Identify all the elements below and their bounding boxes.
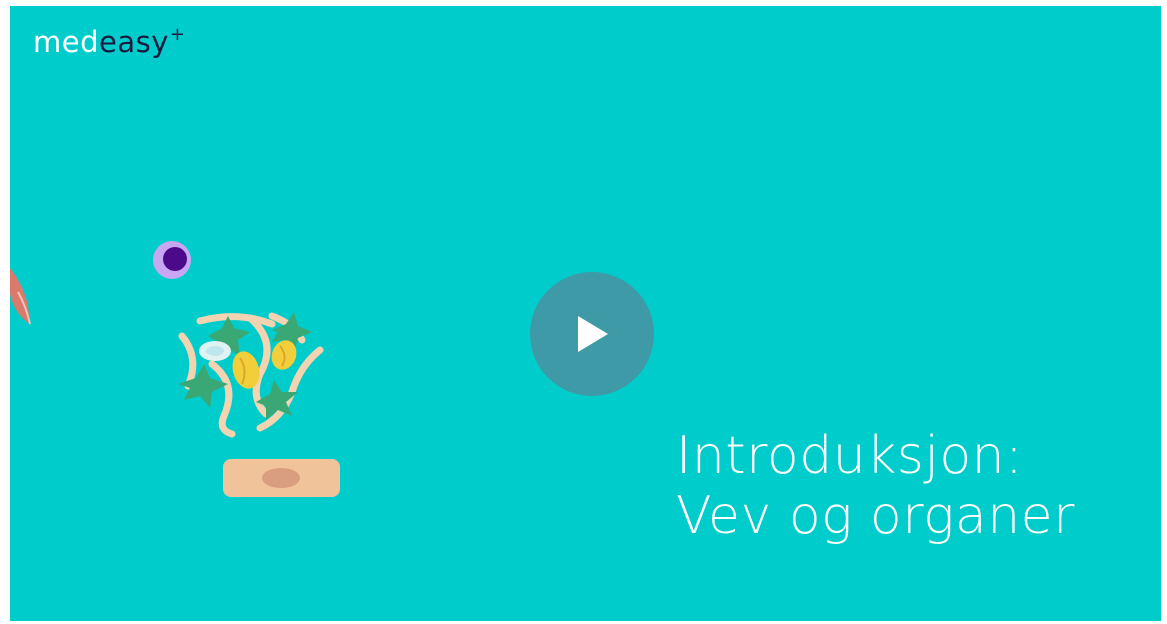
epithelial-cell-nucleus: [262, 468, 300, 488]
play-button[interactable]: [530, 272, 654, 396]
connective-tissue-cluster: [178, 312, 324, 438]
video-title-line-2: Vev og organer: [676, 486, 1076, 546]
video-title-line-1: Introduksjon:: [676, 426, 1024, 486]
cell-nucleus: [163, 247, 187, 271]
video-player[interactable]: medeasy+ Introduksjon: Vev og organer: [10, 6, 1161, 621]
video-title: Introduksjon: Vev og organer: [676, 426, 1075, 546]
play-icon[interactable]: [578, 316, 608, 352]
